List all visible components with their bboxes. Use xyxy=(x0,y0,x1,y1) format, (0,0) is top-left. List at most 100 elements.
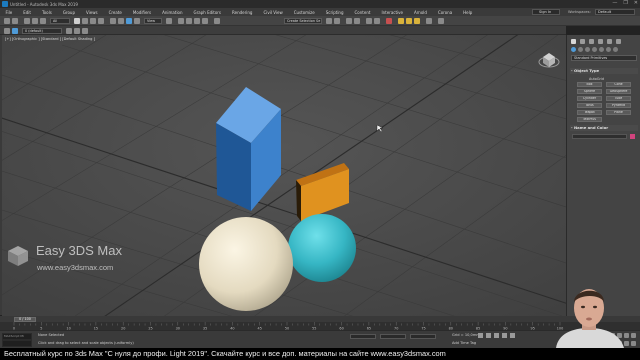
geosphere-button[interactable]: GeoSphere xyxy=(606,89,631,94)
render-setup-icon[interactable] xyxy=(398,18,404,24)
undo-icon[interactable] xyxy=(4,18,10,24)
go-to-start-icon[interactable] xyxy=(478,333,483,338)
menu-help[interactable]: Help xyxy=(458,10,478,15)
rotate-icon[interactable] xyxy=(118,18,124,24)
menu-arnold[interactable]: Arnold xyxy=(408,10,432,15)
named-selection-dropdown[interactable]: Create Selection Se xyxy=(284,18,322,24)
plane-button[interactable]: Plane xyxy=(606,110,631,115)
spinner-snap-icon[interactable] xyxy=(202,18,208,24)
perspective-viewport[interactable]: [+] [Orthographic ] [Standard ] [Default… xyxy=(2,35,566,316)
lights-icon[interactable] xyxy=(585,47,590,52)
menu-customize[interactable]: Customize xyxy=(288,10,320,15)
geometry-icon[interactable] xyxy=(571,47,576,52)
object-type-rollout[interactable]: Object Type xyxy=(570,68,638,74)
layer-manager-icon[interactable] xyxy=(4,27,10,34)
cylinder-button[interactable]: Cylinder xyxy=(577,96,602,101)
menu-animation[interactable]: Animation xyxy=(157,10,188,15)
move-icon[interactable] xyxy=(110,18,116,24)
reference-coord-dropdown[interactable]: View xyxy=(144,18,162,24)
named-selection-icon[interactable] xyxy=(214,18,220,24)
placement-icon[interactable] xyxy=(134,18,140,24)
primitive-category-dropdown[interactable]: Standard Primitives xyxy=(571,55,637,61)
bind-space-warp-icon[interactable] xyxy=(40,18,46,24)
select-layer-icon[interactable] xyxy=(82,27,88,34)
box-button[interactable]: Box xyxy=(577,82,602,87)
create-tab-icon[interactable] xyxy=(571,38,576,44)
y-coordinate-field[interactable] xyxy=(380,334,406,339)
menu-content[interactable]: Content xyxy=(349,10,376,15)
window-crossing-icon[interactable] xyxy=(98,18,104,24)
pivot-center-icon[interactable] xyxy=(166,18,172,24)
menu-scripting[interactable]: Scripting xyxy=(320,10,349,15)
shapes-icon[interactable] xyxy=(578,47,583,52)
cream-sphere-object[interactable] xyxy=(199,217,293,311)
menu-civil-view[interactable]: Civil View xyxy=(258,10,288,15)
cone-button[interactable]: Cone xyxy=(606,82,631,87)
go-to-end-icon[interactable] xyxy=(510,333,515,338)
sphere-button[interactable]: Sphere xyxy=(577,89,602,94)
percent-snap-icon[interactable] xyxy=(194,18,200,24)
select-object-icon[interactable] xyxy=(74,18,80,24)
tube-button[interactable]: Tube xyxy=(606,96,631,101)
mirror-icon[interactable] xyxy=(326,18,332,24)
scene-explorer-icon[interactable] xyxy=(346,18,352,24)
track-bar[interactable]: 0 5 10 15 20 25 30 35 40 45 50 55 60 65 70 75 80 85 90 95 10… xyxy=(0,322,640,330)
scale-icon[interactable] xyxy=(126,18,132,24)
menu-edit[interactable]: Edit xyxy=(18,10,37,15)
menu-rendering[interactable]: Rendering xyxy=(227,10,258,15)
display-tab-icon[interactable] xyxy=(607,38,612,44)
menu-tools[interactable]: Tools xyxy=(36,10,57,15)
layer-dropdown[interactable]: 0 (default) xyxy=(22,27,62,34)
redo-icon[interactable] xyxy=(12,18,18,24)
layer-visibility-icon[interactable] xyxy=(12,27,18,34)
close-button[interactable]: ✕ xyxy=(634,0,638,6)
add-time-tag[interactable]: Add Time Tag xyxy=(452,341,476,345)
selection-filter-dropdown[interactable]: All xyxy=(50,18,70,24)
rendered-frame-window-icon[interactable] xyxy=(406,18,412,24)
workspace-dropdown[interactable]: Default xyxy=(595,9,635,15)
render-in-cloud-icon[interactable] xyxy=(426,18,432,24)
align-icon[interactable] xyxy=(334,18,340,24)
play-icon[interactable] xyxy=(494,333,499,338)
a360-gallery-icon[interactable] xyxy=(438,18,444,24)
hierarchy-tab-icon[interactable] xyxy=(589,38,594,44)
time-slider-thumb[interactable]: 0 / 100 xyxy=(14,316,36,322)
menu-group[interactable]: Group xyxy=(57,10,80,15)
curve-editor-icon[interactable] xyxy=(366,18,372,24)
maxscript-listener[interactable]: MAXScript Mi xyxy=(2,333,32,347)
zoom-extents-all-icon[interactable] xyxy=(631,333,636,338)
next-frame-icon[interactable] xyxy=(502,333,507,338)
create-layer-icon[interactable] xyxy=(66,27,72,34)
viewport-label[interactable]: [+] [Orthographic ] [Standard ] [Default… xyxy=(5,37,95,41)
add-to-layer-icon[interactable] xyxy=(74,27,80,34)
textplus-button[interactable]: TextPlus xyxy=(577,117,602,122)
unlink-icon[interactable] xyxy=(32,18,38,24)
menu-interactive[interactable]: Interactive xyxy=(376,10,409,15)
torus-button[interactable]: Torus xyxy=(577,103,602,108)
angle-snap-icon[interactable] xyxy=(186,18,192,24)
menu-graph-editors[interactable]: Graph Editors xyxy=(188,10,226,15)
motion-tab-icon[interactable] xyxy=(598,38,603,44)
space-warps-icon[interactable] xyxy=(606,47,611,52)
pyramid-button[interactable]: Pyramid xyxy=(606,103,631,108)
menu-views[interactable]: Views xyxy=(81,10,104,15)
cameras-icon[interactable] xyxy=(592,47,597,52)
autogrid-checkbox[interactable]: AutoGrid xyxy=(589,77,604,81)
maximize-button[interactable]: ❐ xyxy=(623,0,627,6)
menu-corona[interactable]: Corona xyxy=(432,10,457,15)
select-by-name-icon[interactable] xyxy=(82,18,88,24)
material-editor-icon[interactable] xyxy=(386,18,392,24)
z-coordinate-field[interactable] xyxy=(410,334,436,339)
previous-frame-icon[interactable] xyxy=(486,333,491,338)
menu-file[interactable]: File xyxy=(0,10,18,15)
minimize-button[interactable]: — xyxy=(612,0,617,6)
schematic-view-icon[interactable] xyxy=(374,18,380,24)
render-production-icon[interactable] xyxy=(414,18,420,24)
maxscript-mini-listener[interactable]: MAXScript Mi xyxy=(3,334,31,339)
layer-explorer-icon[interactable] xyxy=(354,18,360,24)
x-coordinate-field[interactable] xyxy=(350,334,376,339)
utilities-tab-icon[interactable] xyxy=(616,38,621,44)
menu-create[interactable]: Create xyxy=(103,10,127,15)
object-name-field[interactable] xyxy=(572,134,627,139)
link-icon[interactable] xyxy=(24,18,30,24)
